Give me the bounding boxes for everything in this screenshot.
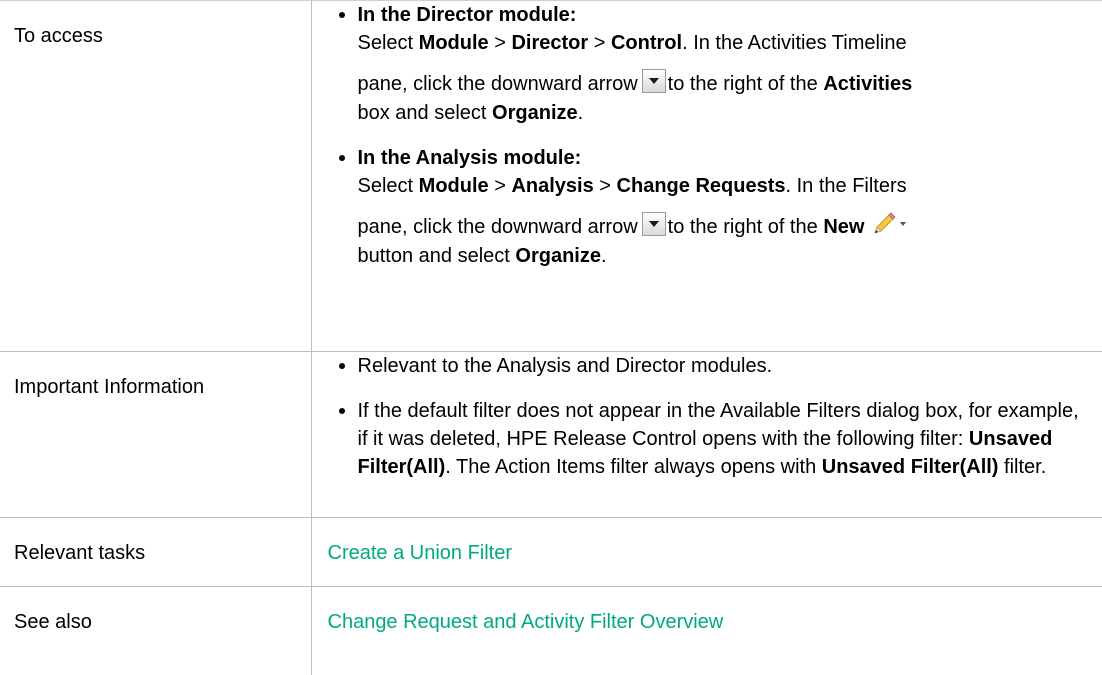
list-item: Relevant to the Analysis and Director mo… — [312, 352, 1102, 380]
row-label: Relevant tasks — [14, 542, 146, 564]
pencil-icon — [874, 212, 907, 234]
content-cell: In the Director module: Select Module > … — [310, 0, 1102, 352]
filter-overview-link[interactable]: Change Request and Activity Filter Overv… — [312, 587, 1102, 636]
director-organize-line: box and select Organize. — [357, 102, 584, 124]
label-cell: Relevant tasks — [0, 517, 312, 587]
label-cell: See also — [0, 586, 312, 675]
analysis-arrow-line: pane, click the downward arrow to the rig… — [358, 212, 1089, 242]
important-bullet-2: If the default filter does not appear in… — [357, 400, 1079, 478]
content-cell: Change Request and Activity Filter Overv… — [310, 586, 1102, 675]
dropdown-arrow-icon — [641, 69, 666, 93]
content-cell: Create a Union Filter — [310, 517, 1102, 587]
director-heading: In the Director module: — [357, 4, 577, 26]
dropdown-arrow-icon — [641, 212, 666, 236]
bullet-dot — [338, 408, 345, 414]
info-table: To access In the Director module: Select… — [0, 0, 1102, 675]
create-union-filter-link[interactable]: Create a Union Filter — [312, 518, 1102, 567]
label-cell: To access — [0, 0, 312, 352]
director-arrow-line: pane, click the downward arrow to the rig… — [358, 69, 1089, 99]
row-label: To access — [14, 25, 103, 47]
list-item: If the default filter does not appear in… — [312, 397, 1102, 481]
row-see-also: See also Change Request and Activity Fil… — [0, 586, 1102, 675]
label-cell: Important Information — [0, 351, 312, 518]
bullet-dot — [338, 363, 345, 369]
important-list: Relevant to the Analysis and Director mo… — [312, 352, 1102, 481]
analysis-heading: In the Analysis module: — [357, 147, 582, 169]
row-label: See also — [14, 611, 92, 633]
row-to-access: To access In the Director module: Select… — [0, 0, 1102, 352]
row-label: Important Information — [14, 376, 205, 398]
list-item-director: In the Director module: Select Module > … — [312, 1, 1102, 127]
access-list: In the Director module: Select Module > … — [312, 1, 1102, 270]
row-relevant-tasks: Relevant tasks Create a Union Filter — [0, 517, 1102, 587]
important-bullet-1: Relevant to the Analysis and Director mo… — [357, 355, 773, 377]
analysis-organize-line: button and select Organize. — [357, 245, 607, 267]
director-path-line: Select Module > Director > Control. In t… — [357, 32, 907, 54]
row-important-information: Important Information Relevant to the An… — [0, 351, 1102, 518]
bullet-dot — [338, 12, 345, 18]
analysis-path-line: Select Module > Analysis > Change Reques… — [357, 175, 907, 197]
content-cell: Relevant to the Analysis and Director mo… — [310, 351, 1102, 518]
list-item-analysis: In the Analysis module: Select Module > … — [312, 144, 1102, 270]
bullet-dot — [338, 155, 345, 161]
